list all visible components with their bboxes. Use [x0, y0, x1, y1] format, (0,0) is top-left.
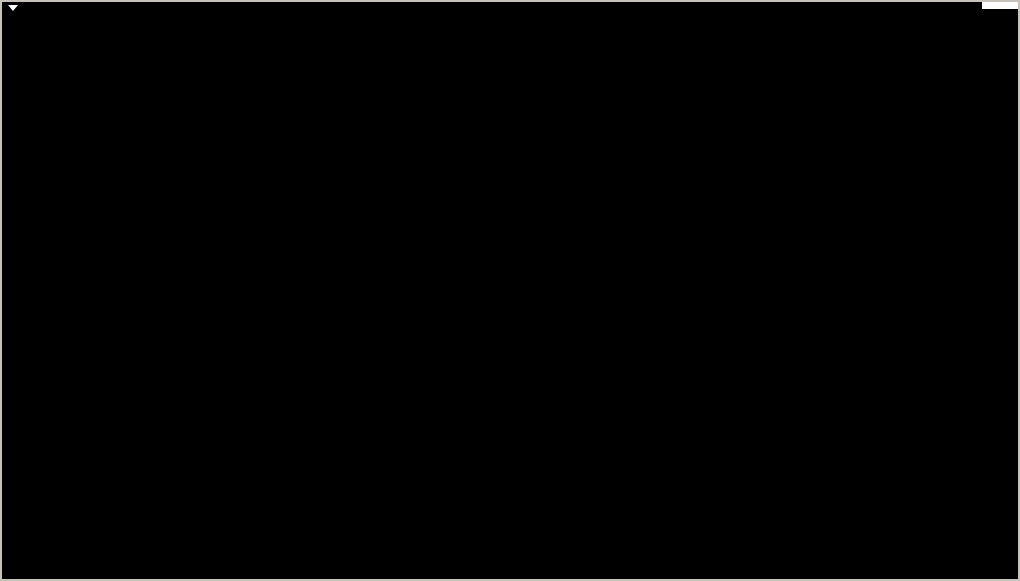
chart-canvas[interactable]: [2, 2, 1020, 581]
mt4-chart-window: [0, 0, 1020, 581]
